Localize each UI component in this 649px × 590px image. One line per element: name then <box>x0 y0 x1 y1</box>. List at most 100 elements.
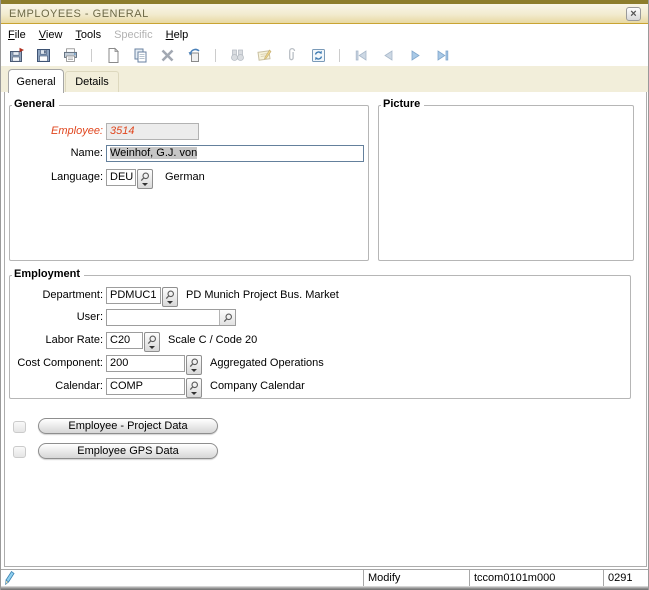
status-message-panel <box>1 570 363 586</box>
calendar-row: Calendar: COMP Company Calendar <box>10 378 628 398</box>
cost-component-field[interactable]: 200 <box>106 355 185 372</box>
magnifier-icon <box>147 335 157 345</box>
status-bar: Modify tccom0101m000 0291 <box>1 569 648 586</box>
picture-groupbox: Picture <box>378 105 634 261</box>
department-field[interactable]: PDMUC1 <box>106 287 161 304</box>
tab-general-label: General <box>16 76 55 88</box>
employment-groupbox: Employment Department: PDMUC1 PD Munich … <box>9 275 631 399</box>
status-session-code: tccom0101m000 <box>469 570 603 586</box>
tab-general[interactable]: General <box>8 69 64 93</box>
user-browse-button[interactable] <box>219 310 235 325</box>
user-value[interactable] <box>107 310 219 325</box>
calendar-field[interactable]: COMP <box>106 378 185 395</box>
labor-rate-row: Labor Rate: C20 Scale C / Code 20 <box>10 332 628 352</box>
employee-gps-data-button[interactable]: Employee GPS Data <box>38 443 218 459</box>
cost-component-lookup-button[interactable] <box>186 355 202 375</box>
menu-file[interactable]: File <box>8 29 26 41</box>
dropdown-arrow-icon <box>191 369 197 372</box>
menu-bar: File View Tools Specific Help <box>1 25 648 44</box>
toolbar <box>1 44 648 66</box>
dropdown-arrow-icon <box>191 392 197 395</box>
labor-rate-description: Scale C / Code 20 <box>168 332 257 346</box>
labor-rate-lookup-button[interactable] <box>144 332 160 352</box>
magnifier-icon <box>189 358 199 368</box>
employment-group-title: Employment <box>12 268 84 280</box>
gps-data-checkbox[interactable] <box>13 446 26 458</box>
calendar-description: Company Calendar <box>210 378 305 392</box>
window-bottom-edge <box>1 586 648 590</box>
print-icon[interactable] <box>61 47 79 64</box>
menu-view[interactable]: View <box>39 29 63 41</box>
last-record-icon[interactable] <box>433 47 451 64</box>
department-description: PD Munich Project Bus. Market <box>186 287 339 301</box>
user-row: User: <box>10 309 628 326</box>
attachment-icon <box>282 47 300 64</box>
previous-record-icon <box>379 47 397 64</box>
user-label: User: <box>10 309 103 323</box>
language-lookup-button[interactable] <box>137 169 153 189</box>
language-description: German <box>165 169 205 183</box>
employee-row: Employee: 3514 <box>10 123 366 140</box>
user-field[interactable] <box>106 309 236 326</box>
project-data-checkbox[interactable] <box>13 421 26 433</box>
menu-tools[interactable]: Tools <box>75 29 101 41</box>
duplicate-record-icon[interactable] <box>131 47 149 64</box>
cost-component-row: Cost Component: 200 Aggregated Operation… <box>10 355 628 375</box>
magnifier-icon <box>189 381 199 391</box>
delete-record-icon[interactable] <box>158 47 176 64</box>
language-field[interactable]: DEU <box>106 169 136 186</box>
status-mode: Modify <box>363 570 469 586</box>
name-value: Weinhof, G.J. von <box>110 147 197 159</box>
menu-specific: Specific <box>114 29 153 41</box>
form-content: General Employee: 3514 Name: Weinhof, G.… <box>4 91 647 567</box>
picture-group-title: Picture <box>381 98 424 110</box>
magnifier-icon <box>140 172 150 182</box>
tab-details[interactable]: Details <box>65 71 119 92</box>
next-record-icon[interactable] <box>406 47 424 64</box>
edit-pencil-icon <box>5 571 15 585</box>
find-icon <box>228 47 246 64</box>
name-field[interactable]: Weinhof, G.J. von <box>106 145 364 162</box>
name-label: Name: <box>10 145 103 159</box>
edit-text-icon <box>255 47 273 64</box>
dropdown-arrow-icon <box>149 346 155 349</box>
employee-label: Employee: <box>10 123 103 137</box>
new-record-icon[interactable] <box>104 47 122 64</box>
labor-rate-field[interactable]: C20 <box>106 332 143 349</box>
labor-rate-label: Labor Rate: <box>10 332 103 346</box>
employee-project-data-button[interactable]: Employee - Project Data <box>38 418 218 434</box>
tab-details-label: Details <box>75 76 109 88</box>
first-record-icon <box>352 47 370 64</box>
department-lookup-button[interactable] <box>162 287 178 307</box>
language-row: Language: DEU German <box>10 169 366 189</box>
title-bar: EMPLOYEES - GENERAL × <box>1 4 648 24</box>
calendar-label: Calendar: <box>10 378 103 392</box>
menu-help[interactable]: Help <box>166 29 189 41</box>
employee-field: 3514 <box>106 123 199 140</box>
save-and-exit-icon[interactable] <box>7 47 25 64</box>
toolbar-separator <box>91 49 92 62</box>
general-group-title: General <box>12 98 59 110</box>
dropdown-arrow-icon <box>167 301 173 304</box>
window-title: EMPLOYEES - GENERAL <box>9 8 149 20</box>
tab-strip: General Details <box>1 66 648 92</box>
cost-component-description: Aggregated Operations <box>210 355 324 369</box>
dropdown-arrow-icon <box>142 183 148 186</box>
department-label: Department: <box>10 287 103 301</box>
employees-general-window: EMPLOYEES - GENERAL × File View Tools Sp… <box>0 0 649 590</box>
save-icon[interactable] <box>34 47 52 64</box>
revert-icon[interactable] <box>185 47 203 64</box>
department-row: Department: PDMUC1 PD Munich Project Bus… <box>10 287 628 307</box>
toolbar-separator <box>339 49 340 62</box>
name-row: Name: Weinhof, G.J. von <box>10 145 366 162</box>
status-code: 0291 <box>603 570 648 586</box>
cost-component-label: Cost Component: <box>10 355 103 369</box>
toolbar-separator <box>215 49 216 62</box>
magnifier-icon <box>223 313 233 323</box>
refresh-icon[interactable] <box>309 47 327 64</box>
language-label: Language: <box>10 169 103 183</box>
general-groupbox: General Employee: 3514 Name: Weinhof, G.… <box>9 105 369 261</box>
magnifier-icon <box>165 290 175 300</box>
close-icon[interactable]: × <box>626 7 641 21</box>
calendar-lookup-button[interactable] <box>186 378 202 398</box>
